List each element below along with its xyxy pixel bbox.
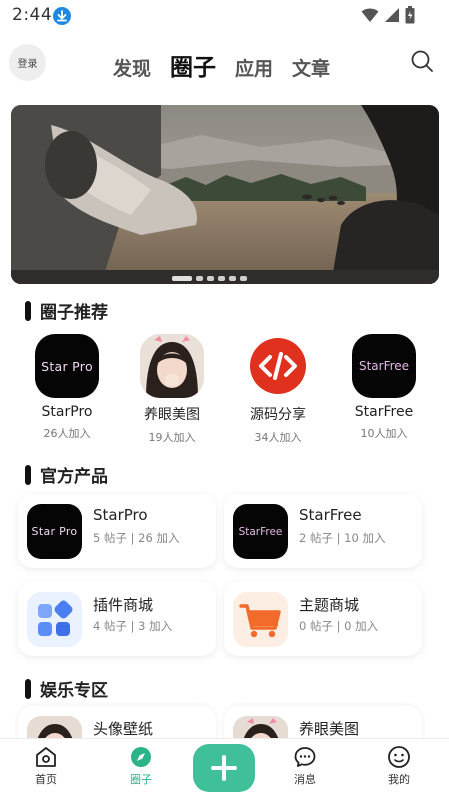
product-card-plugin-store[interactable]: 插件商城 4 帖子 | 3 加入	[18, 582, 216, 656]
banner-carousel[interactable]	[11, 105, 439, 284]
circle-item-starpro[interactable]: Star Pro StarPro 26人加入	[22, 334, 112, 441]
signal-icon	[385, 8, 399, 22]
circle-member-count: 34人加入	[254, 431, 302, 444]
login-button[interactable]: 登录	[9, 44, 46, 81]
pagination-dot[interactable]	[240, 276, 247, 281]
card-meta: 5 帖子 | 26 加入	[93, 531, 180, 545]
circle-name: 养眼美图	[144, 407, 200, 423]
circle-name: StarPro	[41, 404, 93, 420]
pagination-dot[interactable]	[229, 276, 236, 281]
circle-name: StarFree	[354, 404, 414, 420]
system-icons	[361, 6, 415, 24]
card-meta: 4 帖子 | 3 加入	[93, 619, 173, 633]
section-accent-bar	[25, 464, 31, 485]
girl-photo-avatar	[140, 334, 204, 398]
circle-name: 源码分享	[250, 407, 306, 423]
product-card-theme-store[interactable]: 主题商城 0 帖子 | 0 加入	[224, 582, 422, 656]
card-title: 插件商城	[93, 596, 154, 614]
card-title: StarPro	[93, 506, 148, 524]
circle-item-beauty[interactable]: 养眼美图 19人加入	[127, 334, 217, 445]
section-title: 圈子推荐	[40, 303, 108, 323]
search-icon[interactable]	[410, 49, 434, 73]
pagination-dot[interactable]	[196, 276, 203, 281]
card-title: 主题商城	[299, 596, 360, 614]
logo-text: StarFree	[358, 359, 410, 373]
product-card-starpro[interactable]: Star Pro StarPro 5 帖子 | 26 加入	[18, 494, 216, 568]
tab-apps[interactable]: 应用	[235, 54, 273, 81]
nav-home[interactable]: 首页	[16, 745, 76, 787]
section-title: 官方产品	[40, 467, 108, 487]
card-title: 头像壁纸	[93, 720, 154, 738]
starfree-logo: StarFree	[233, 504, 288, 559]
wifi-icon	[361, 8, 379, 22]
circle-member-count: 10人加入	[360, 427, 408, 440]
plugin-grid-icon	[27, 592, 82, 647]
home-icon	[36, 747, 56, 767]
pagination-dot[interactable]	[207, 276, 214, 281]
smiley-icon	[388, 746, 410, 768]
card-meta: 2 帖子 | 10 加入	[299, 531, 386, 545]
nav-circle[interactable]: 圈子	[111, 745, 171, 787]
compass-icon	[131, 747, 151, 767]
section-title: 娱乐专区	[40, 681, 108, 701]
nav-profile[interactable]: 我的	[369, 745, 429, 787]
pagination-dot[interactable]	[172, 276, 192, 281]
section-header-products: 官方产品	[25, 462, 108, 487]
logo-text: Star Pro	[41, 358, 93, 374]
logo-text: StarFree	[238, 525, 283, 538]
tab-discover[interactable]: 发现	[113, 54, 151, 81]
circle-list: Star Pro StarPro 26人加入 养眼美图 19人加入 源码分享 3…	[0, 334, 449, 444]
pagination-dot[interactable]	[218, 276, 225, 281]
circle-item-source-code[interactable]: 源码分享 34人加入	[233, 334, 323, 445]
circle-member-count: 26人加入	[43, 427, 91, 440]
create-post-button[interactable]	[193, 744, 255, 792]
status-bar: 2:44	[0, 0, 449, 32]
section-accent-bar	[25, 678, 31, 699]
starfree-logo: StarFree	[352, 334, 416, 398]
nav-label: 我的	[388, 773, 410, 786]
nav-messages[interactable]: 消息	[275, 745, 335, 787]
code-icon	[246, 334, 310, 398]
banner-image	[11, 105, 439, 284]
section-accent-bar	[25, 300, 31, 321]
nav-label: 圈子	[130, 773, 152, 786]
section-header-entertainment: 娱乐专区	[25, 676, 108, 701]
product-card-starfree[interactable]: StarFree StarFree 2 帖子 | 10 加入	[224, 494, 422, 568]
battery-icon	[405, 6, 415, 24]
message-icon	[294, 747, 316, 767]
logo-text: Star Pro	[31, 525, 78, 538]
circle-item-starfree[interactable]: StarFree StarFree 10人加入	[339, 334, 429, 441]
nav-label: 首页	[35, 773, 57, 786]
shopping-cart-icon	[233, 592, 288, 647]
tab-articles[interactable]: 文章	[292, 54, 330, 81]
section-header-circles: 圈子推荐	[25, 298, 108, 323]
plus-icon	[211, 755, 237, 781]
card-title: 养眼美图	[299, 720, 360, 738]
banner-pagination	[172, 276, 247, 281]
circle-member-count: 19人加入	[148, 431, 196, 444]
top-tabs: 发现 圈子 应用 文章	[113, 48, 330, 82]
bottom-navigation: 首页 圈子 消息 我的	[0, 738, 449, 798]
download-icon	[53, 7, 71, 25]
card-meta: 0 帖子 | 0 加入	[299, 619, 379, 633]
nav-label: 消息	[294, 773, 316, 786]
top-bar: 登录 发现 圈子 应用 文章	[0, 40, 449, 84]
status-time: 2:44	[12, 5, 53, 25]
card-title: StarFree	[299, 506, 362, 524]
starpro-logo: Star Pro	[35, 334, 99, 398]
tab-circle[interactable]: 圈子	[170, 48, 216, 82]
starpro-logo: Star Pro	[27, 504, 82, 559]
